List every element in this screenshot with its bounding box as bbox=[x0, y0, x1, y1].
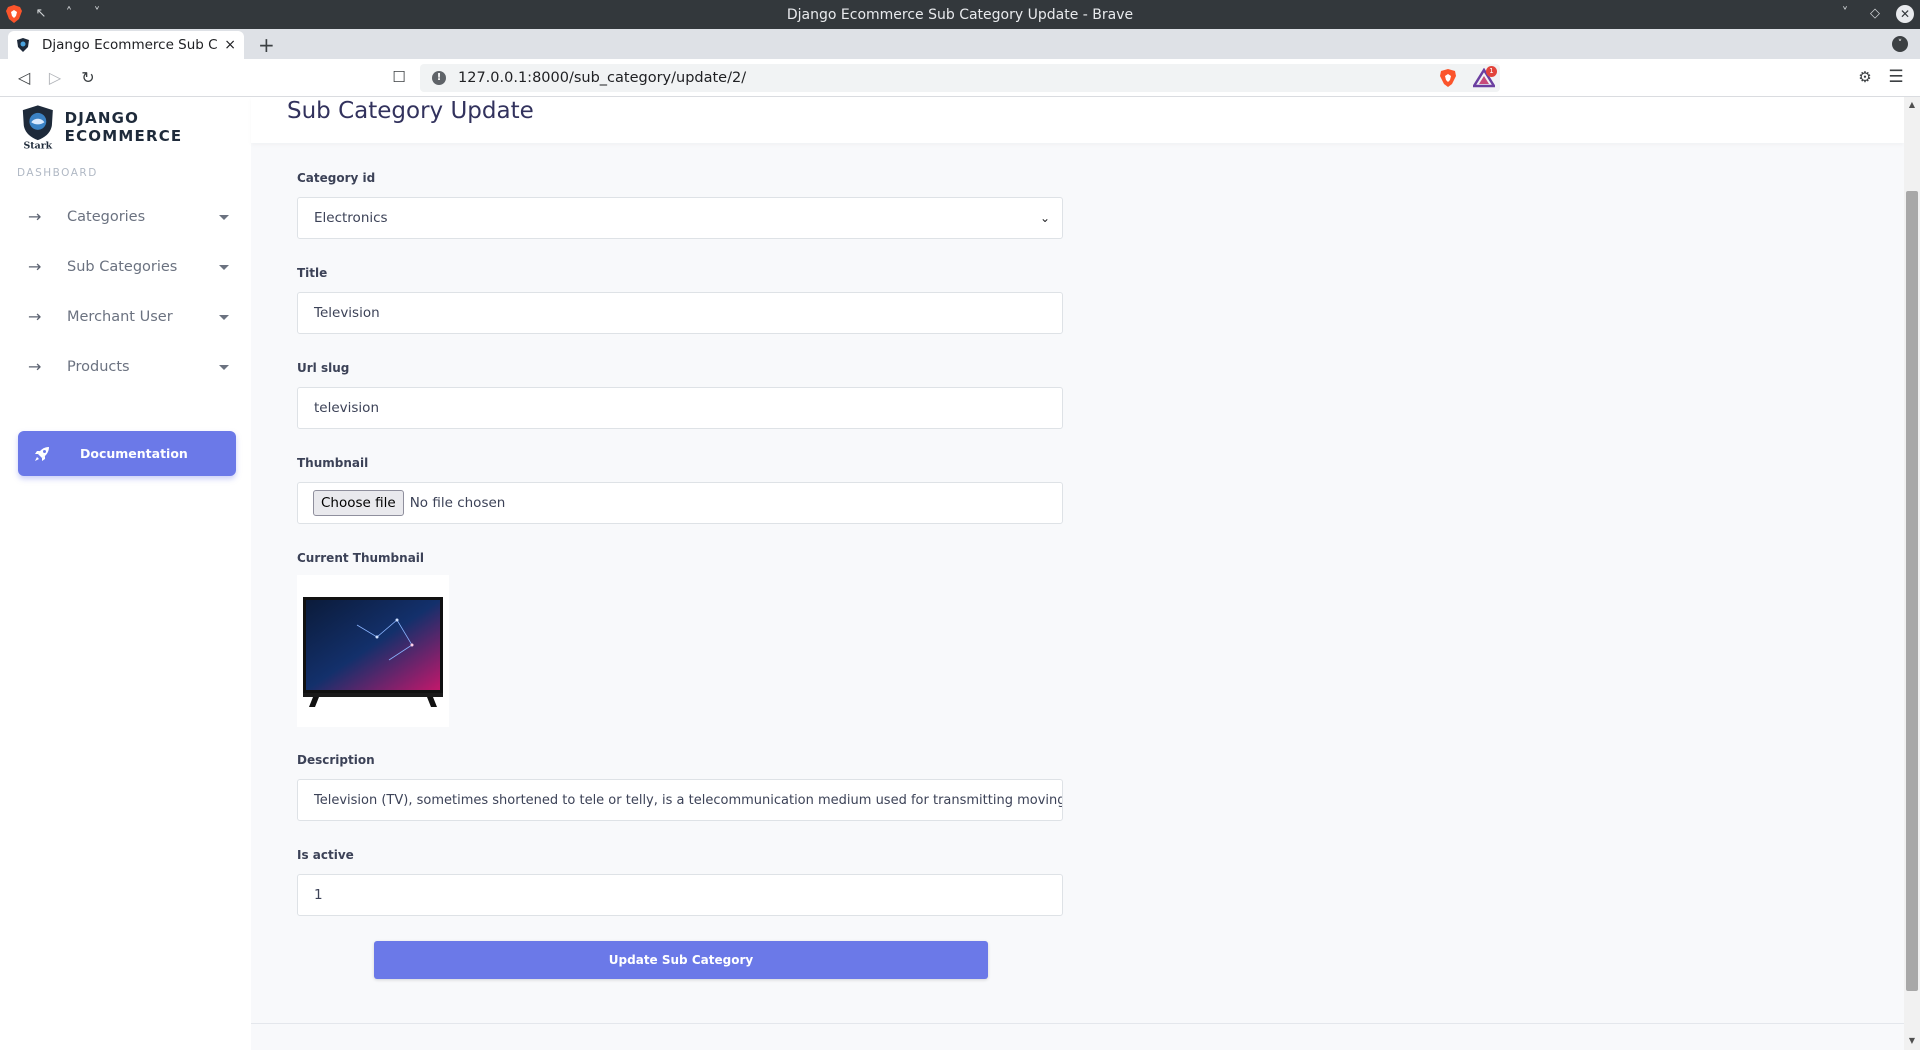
tab-search-icon[interactable]: ˅ bbox=[1892, 36, 1908, 52]
page: Stark DJANGO ECOMMERCE DASHBOARD → Categ… bbox=[0, 97, 1920, 1050]
tab-close-icon[interactable]: × bbox=[224, 37, 236, 53]
sidebar-item-products[interactable]: → Products bbox=[17, 347, 237, 387]
minimize-icon[interactable]: ˅ bbox=[1836, 5, 1854, 23]
caret-down-icon bbox=[219, 364, 229, 370]
browser-toolbar: ◁ ▷ ↻ ☐ ! 127.0.0.1:8000/sub_category/up… bbox=[0, 59, 1920, 97]
rocket-icon bbox=[35, 446, 49, 461]
thumbnail-file-input: Choose file No file chosen bbox=[297, 482, 1063, 524]
is-active-label: Is active bbox=[297, 848, 354, 862]
sidebar-item-label: Categories bbox=[67, 209, 146, 225]
description-label: Description bbox=[297, 753, 375, 767]
sidebar-item-label: Sub Categories bbox=[67, 259, 178, 275]
documentation-button[interactable]: Documentation bbox=[18, 431, 236, 476]
brave-shields-icon[interactable] bbox=[1438, 68, 1458, 88]
sidebar-item-categories[interactable]: → Categories bbox=[17, 197, 237, 237]
site-info-icon[interactable]: ! bbox=[432, 71, 446, 85]
caret-down-icon bbox=[219, 214, 229, 220]
tab-active[interactable]: Django Ecommerce Sub Cat × bbox=[8, 31, 244, 59]
category-id-selected: Electronics bbox=[314, 210, 388, 226]
extensions-icon[interactable]: ⚙ bbox=[1855, 68, 1875, 88]
brand[interactable]: Stark DJANGO ECOMMERCE bbox=[20, 103, 251, 151]
category-id-label: Category id bbox=[297, 171, 376, 185]
bookmark-icon[interactable]: ☐ bbox=[389, 68, 409, 88]
page-title: Sub Category Update bbox=[287, 98, 534, 124]
is-active-input[interactable]: 1 bbox=[297, 874, 1063, 916]
choose-file-button[interactable]: Choose file bbox=[313, 490, 404, 516]
thumbnail-label: Thumbnail bbox=[297, 456, 369, 470]
page-header: Sub Category Update bbox=[251, 97, 1904, 143]
sidebar: Stark DJANGO ECOMMERCE DASHBOARD → Categ… bbox=[0, 97, 251, 1050]
description-input[interactable]: Television (TV), sometimes shortened to … bbox=[297, 779, 1063, 821]
title-label: Title bbox=[297, 266, 328, 280]
new-tab-button[interactable]: + bbox=[258, 33, 275, 57]
rewards-badge: 1 bbox=[1486, 66, 1497, 77]
tab-title: Django Ecommerce Sub Cat bbox=[42, 37, 219, 53]
close-window-icon[interactable]: ✕ bbox=[1896, 5, 1914, 23]
window-title-bar: ↖ ˄ ˅ Django Ecommerce Sub Category Upda… bbox=[0, 0, 1920, 29]
arrow-right-icon: → bbox=[28, 257, 42, 276]
arrow-right-icon: → bbox=[28, 357, 42, 376]
favicon-shield-icon bbox=[17, 38, 29, 52]
sidebar-item-label: Merchant User bbox=[67, 309, 173, 325]
category-id-select[interactable]: Electronics ⌄ bbox=[297, 197, 1063, 239]
stark-logo-icon: Stark bbox=[22, 105, 53, 151]
back-icon[interactable]: ◁ bbox=[14, 68, 34, 88]
url-slug-label: Url slug bbox=[297, 361, 350, 375]
file-status: No file chosen bbox=[409, 495, 506, 511]
current-thumbnail-label: Current Thumbnail bbox=[297, 551, 425, 565]
caret-down-icon bbox=[219, 264, 229, 270]
scroll-up-icon[interactable]: ▲ bbox=[1906, 99, 1918, 111]
window-title: Django Ecommerce Sub Category Update - B… bbox=[786, 7, 1134, 23]
television-image bbox=[303, 597, 443, 707]
arrow-right-icon: → bbox=[28, 307, 42, 326]
brand-name: DJANGO ECOMMERCE bbox=[64, 109, 183, 145]
chevron-down-icon: ⌄ bbox=[1039, 211, 1050, 225]
sidebar-item-merchant-user[interactable]: → Merchant User bbox=[17, 297, 237, 337]
scroll-down-icon[interactable]: ▼ bbox=[1906, 1035, 1918, 1047]
url-slug-input[interactable]: television bbox=[297, 387, 1063, 429]
current-thumbnail-image bbox=[297, 575, 449, 727]
footer-divider bbox=[251, 1023, 1904, 1024]
main-content: Sub Category Update Category id Electron… bbox=[251, 97, 1904, 1050]
svg-text:Stark: Stark bbox=[24, 141, 53, 151]
address-bar[interactable]: ! 127.0.0.1:8000/sub_category/update/2/ bbox=[420, 64, 1500, 92]
sidebar-item-label: Products bbox=[67, 359, 130, 375]
maximize-icon[interactable]: ◇ bbox=[1866, 5, 1884, 23]
url-text: 127.0.0.1:8000/sub_category/update/2/ bbox=[458, 70, 747, 86]
scrollbar-thumb[interactable] bbox=[1906, 191, 1918, 991]
title-input[interactable]: Television bbox=[297, 292, 1063, 334]
update-sub-category-button[interactable]: Update Sub Category bbox=[374, 941, 988, 979]
dashboard-section-label: DASHBOARD bbox=[17, 167, 98, 179]
documentation-label: Documentation bbox=[80, 446, 188, 461]
arrow-right-icon: → bbox=[28, 207, 42, 226]
caret-down-icon bbox=[219, 314, 229, 320]
reload-icon[interactable]: ↻ bbox=[78, 68, 98, 88]
tab-strip: Django Ecommerce Sub Cat × + ˅ bbox=[0, 29, 1920, 59]
forward-icon[interactable]: ▷ bbox=[45, 68, 65, 88]
menu-icon[interactable]: ☰ bbox=[1886, 67, 1906, 87]
sidebar-item-sub-categories[interactable]: → Sub Categories bbox=[17, 247, 237, 287]
